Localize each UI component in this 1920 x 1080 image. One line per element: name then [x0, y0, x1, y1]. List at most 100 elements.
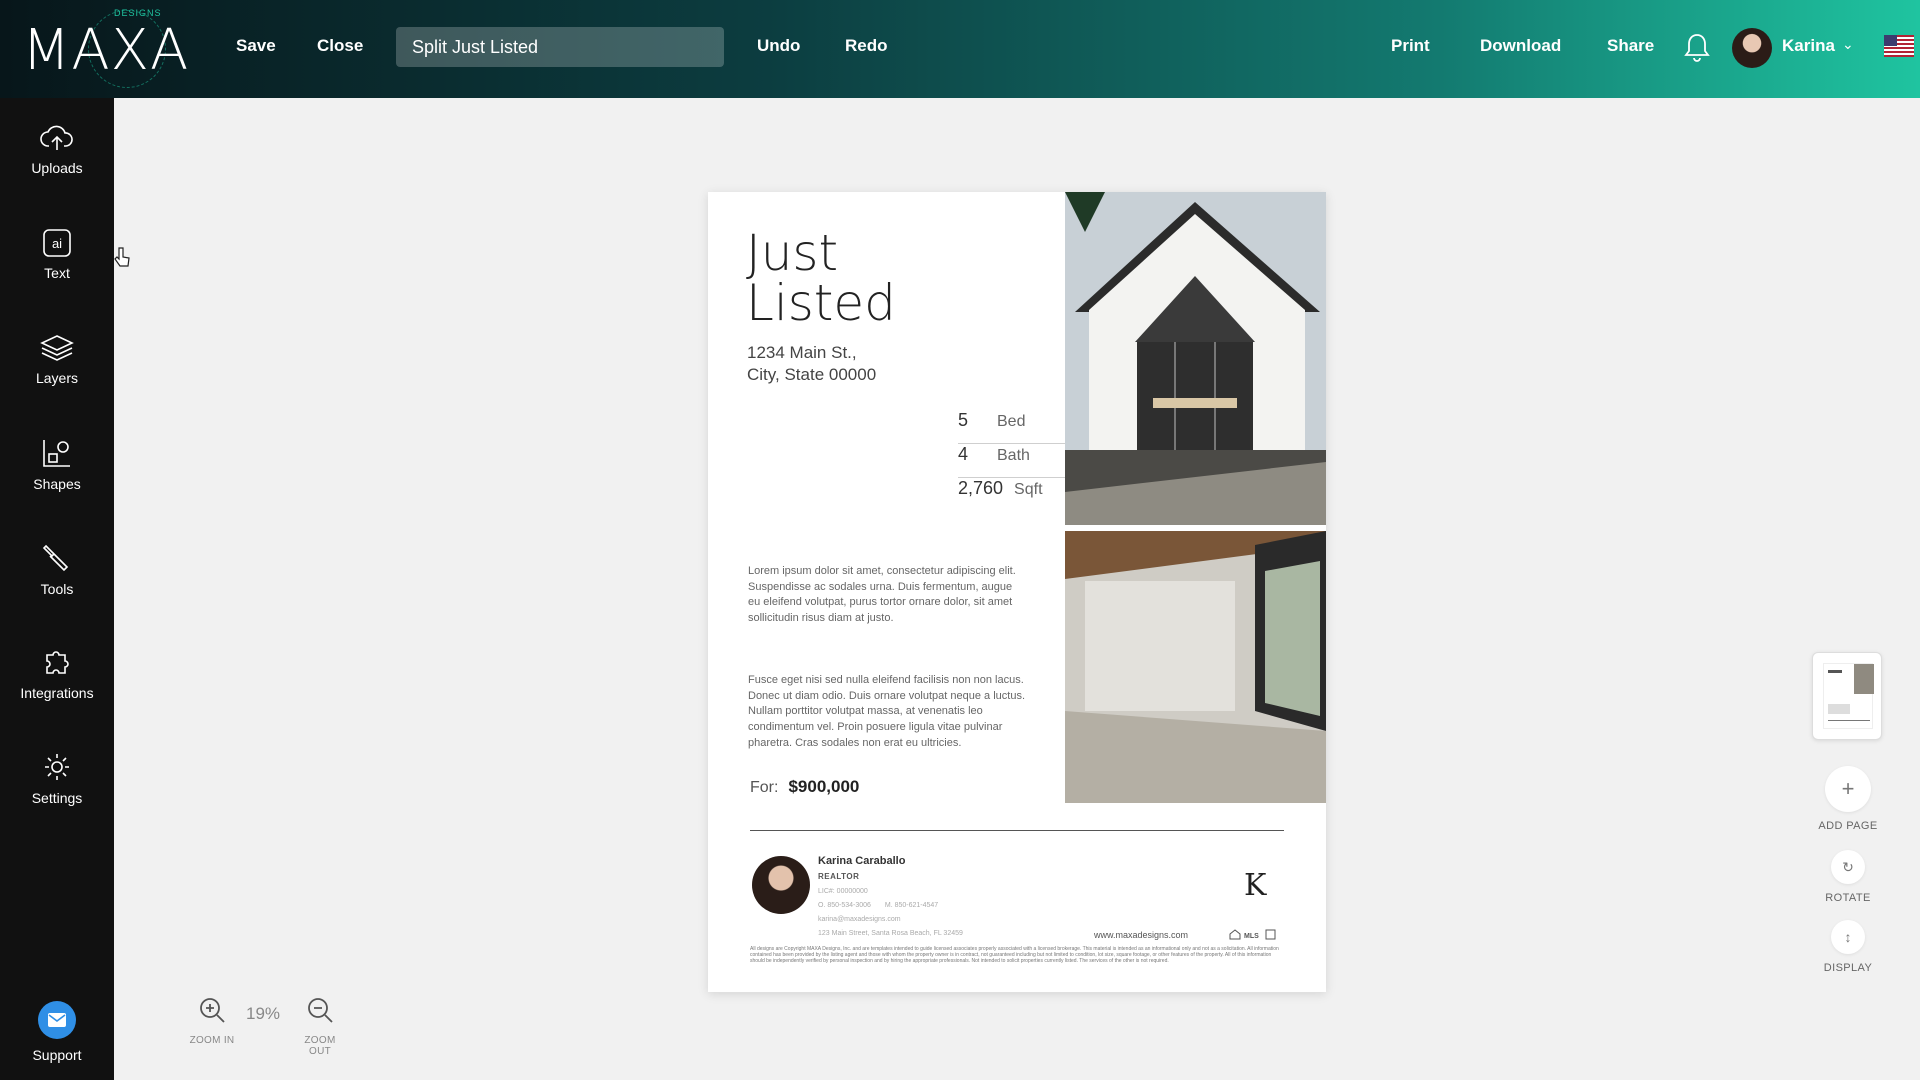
thumbnail-text: [1828, 704, 1850, 714]
bell-icon[interactable]: [1684, 32, 1710, 62]
thumbnail-photo: [1854, 664, 1874, 694]
sidebar-item-integrations[interactable]: Integrations: [0, 647, 114, 737]
sidebar-item-label: Settings: [31, 790, 83, 806]
agent-email[interactable]: karina@maxadesigns.com: [818, 916, 913, 923]
divider-line: [750, 830, 1284, 831]
display-label: DISPLAY: [1823, 962, 1873, 974]
stat-unit: Bath: [997, 447, 1030, 464]
print-button[interactable]: Print: [1391, 36, 1430, 56]
document-name-input[interactable]: [396, 27, 724, 67]
sidebar-item-label: Shapes: [33, 476, 81, 492]
agent-role[interactable]: REALTOR: [818, 872, 859, 881]
description-paragraph-1[interactable]: Lorem ipsum dolor sit amet, consectetur …: [748, 564, 1026, 627]
thumbnail-divider: [1828, 720, 1870, 721]
agent-license[interactable]: LIC#: 00000000: [818, 888, 880, 895]
puzzle-icon: [46, 651, 69, 674]
download-button[interactable]: Download: [1480, 36, 1561, 56]
sidebar-item-tools[interactable]: Tools: [0, 543, 114, 633]
flyer-title-line1: Just: [746, 224, 839, 282]
price-value: $900,000: [788, 777, 860, 796]
hand-cursor-icon: [114, 247, 130, 267]
sidebar-item-settings[interactable]: Settings: [0, 752, 114, 842]
rotate-label: ROTATE: [1825, 892, 1871, 904]
flyer-title[interactable]: Just Listed: [746, 228, 896, 328]
zoom-level: 19%: [246, 1004, 281, 1023]
stat-sqft: 2,760 Sqft: [958, 478, 1068, 512]
undo-button[interactable]: Undo: [757, 36, 800, 56]
sidebar-item-label: Layers: [35, 370, 79, 386]
redo-button[interactable]: Redo: [845, 36, 888, 56]
close-button[interactable]: Close: [317, 36, 363, 56]
user-name[interactable]: Karina: [1782, 36, 1835, 56]
zoom-in-label: ZOOM IN: [189, 1035, 235, 1046]
thumbnail-title: [1828, 670, 1842, 673]
rotate-icon: ↻: [1831, 850, 1865, 884]
sidebar-item-text[interactable]: ai Text: [0, 229, 114, 319]
legal-disclaimer[interactable]: All designs are Copyright MAXA Designs, …: [750, 946, 1284, 964]
ai-text-icon: ai: [43, 229, 71, 257]
agent-name[interactable]: Karina Caraballo: [818, 855, 905, 867]
price[interactable]: For: $900,000: [750, 777, 859, 797]
sidebar-item-label: Uploads: [31, 160, 83, 176]
stat-value: 5: [958, 410, 969, 430]
us-flag-icon[interactable]: [1884, 35, 1914, 57]
display-icon: ↕: [1831, 920, 1865, 954]
layers-icon: [40, 335, 74, 361]
zoom-in-button[interactable]: ZOOM IN: [187, 996, 237, 1046]
user-avatar[interactable]: [1732, 28, 1772, 68]
garage-interior-photo[interactable]: [1065, 531, 1326, 803]
description-paragraph-2[interactable]: Fusce eget nisi sed nulla eleifend facil…: [748, 673, 1026, 752]
stat-bath: 4 Bath: [958, 444, 1068, 478]
agent-address[interactable]: 123 Main Street, Santa Rosa Beach, FL 32…: [818, 930, 975, 937]
sidebar-item-uploads[interactable]: Uploads: [0, 124, 114, 214]
zoom-out-button[interactable]: ZOOM OUT: [295, 996, 345, 1057]
agent-phones[interactable]: O. 850-534-3006 M. 850-621-4547: [818, 902, 950, 909]
property-address[interactable]: 1234 Main St., City, State 00000: [747, 342, 876, 386]
stat-value: 4: [958, 444, 969, 464]
sidebar-item-shapes[interactable]: Shapes: [0, 438, 114, 528]
top-bar: MAXA DESIGNS Save Close Undo Redo Print …: [0, 0, 1920, 98]
rotate-button[interactable]: ↻ ROTATE: [1810, 850, 1886, 904]
add-page-button[interactable]: + ADD PAGE: [1810, 766, 1886, 832]
zoom-out-label: ZOOM OUT: [304, 1035, 336, 1057]
equal-housing-mls-icon: MLS: [1229, 929, 1276, 940]
zoom-in-icon: [200, 998, 225, 1023]
brand-logo-k[interactable]: K: [1244, 868, 1266, 903]
cloud-upload-icon: [40, 125, 73, 150]
support-label: Support: [32, 1047, 82, 1063]
office-phone: O. 850-534-3006: [818, 902, 871, 909]
maxa-logo[interactable]: MAXA DESIGNS: [22, 8, 202, 88]
property-stats[interactable]: 5 Bed 4 Bath 2,760 Sqft: [958, 410, 1068, 512]
share-button[interactable]: Share: [1607, 36, 1654, 56]
stat-unit: Bed: [997, 413, 1026, 430]
page-thumbnail-preview: [1823, 663, 1874, 729]
svg-text:MLS: MLS: [1244, 933, 1259, 940]
logo-text: MAXA: [22, 18, 190, 83]
license-text: LIC#: 00000000: [818, 888, 868, 895]
left-sidebar: Uploads ai Text Layers Shapes Tools Inte…: [0, 98, 114, 1080]
save-button[interactable]: Save: [236, 36, 276, 56]
house-exterior-photo[interactable]: [1065, 192, 1326, 525]
svg-text:ai: ai: [52, 236, 62, 251]
stat-value: 2,760: [958, 478, 1004, 498]
display-button[interactable]: ↕ DISPLAY: [1810, 920, 1886, 974]
address-line1: 1234 Main St.,: [747, 343, 857, 362]
mail-icon: [48, 1013, 66, 1027]
sidebar-item-label: Tools: [40, 581, 74, 597]
house-exterior-illustration: [1065, 192, 1326, 525]
chevron-down-icon[interactable]: ⌄: [1842, 36, 1854, 53]
flyer-page-canvas[interactable]: Just Listed 1234 Main St., City, State 0…: [708, 192, 1326, 992]
zoom-out-icon: [308, 998, 333, 1023]
garage-interior-illustration: [1065, 531, 1326, 803]
page-thumbnail[interactable]: [1812, 652, 1882, 740]
add-page-label: ADD PAGE: [1818, 820, 1878, 832]
flyer-title-line2: Listed: [746, 274, 896, 332]
support-circle: [38, 1001, 76, 1039]
website-text[interactable]: www.maxadesigns.com: [1094, 930, 1188, 940]
stat-unit: Sqft: [1014, 481, 1043, 498]
agent-avatar[interactable]: [752, 856, 810, 914]
sidebar-item-layers[interactable]: Layers: [0, 334, 114, 424]
price-label: For:: [750, 779, 779, 796]
stat-bed: 5 Bed: [958, 410, 1068, 444]
support-button[interactable]: Support: [0, 1001, 114, 1080]
